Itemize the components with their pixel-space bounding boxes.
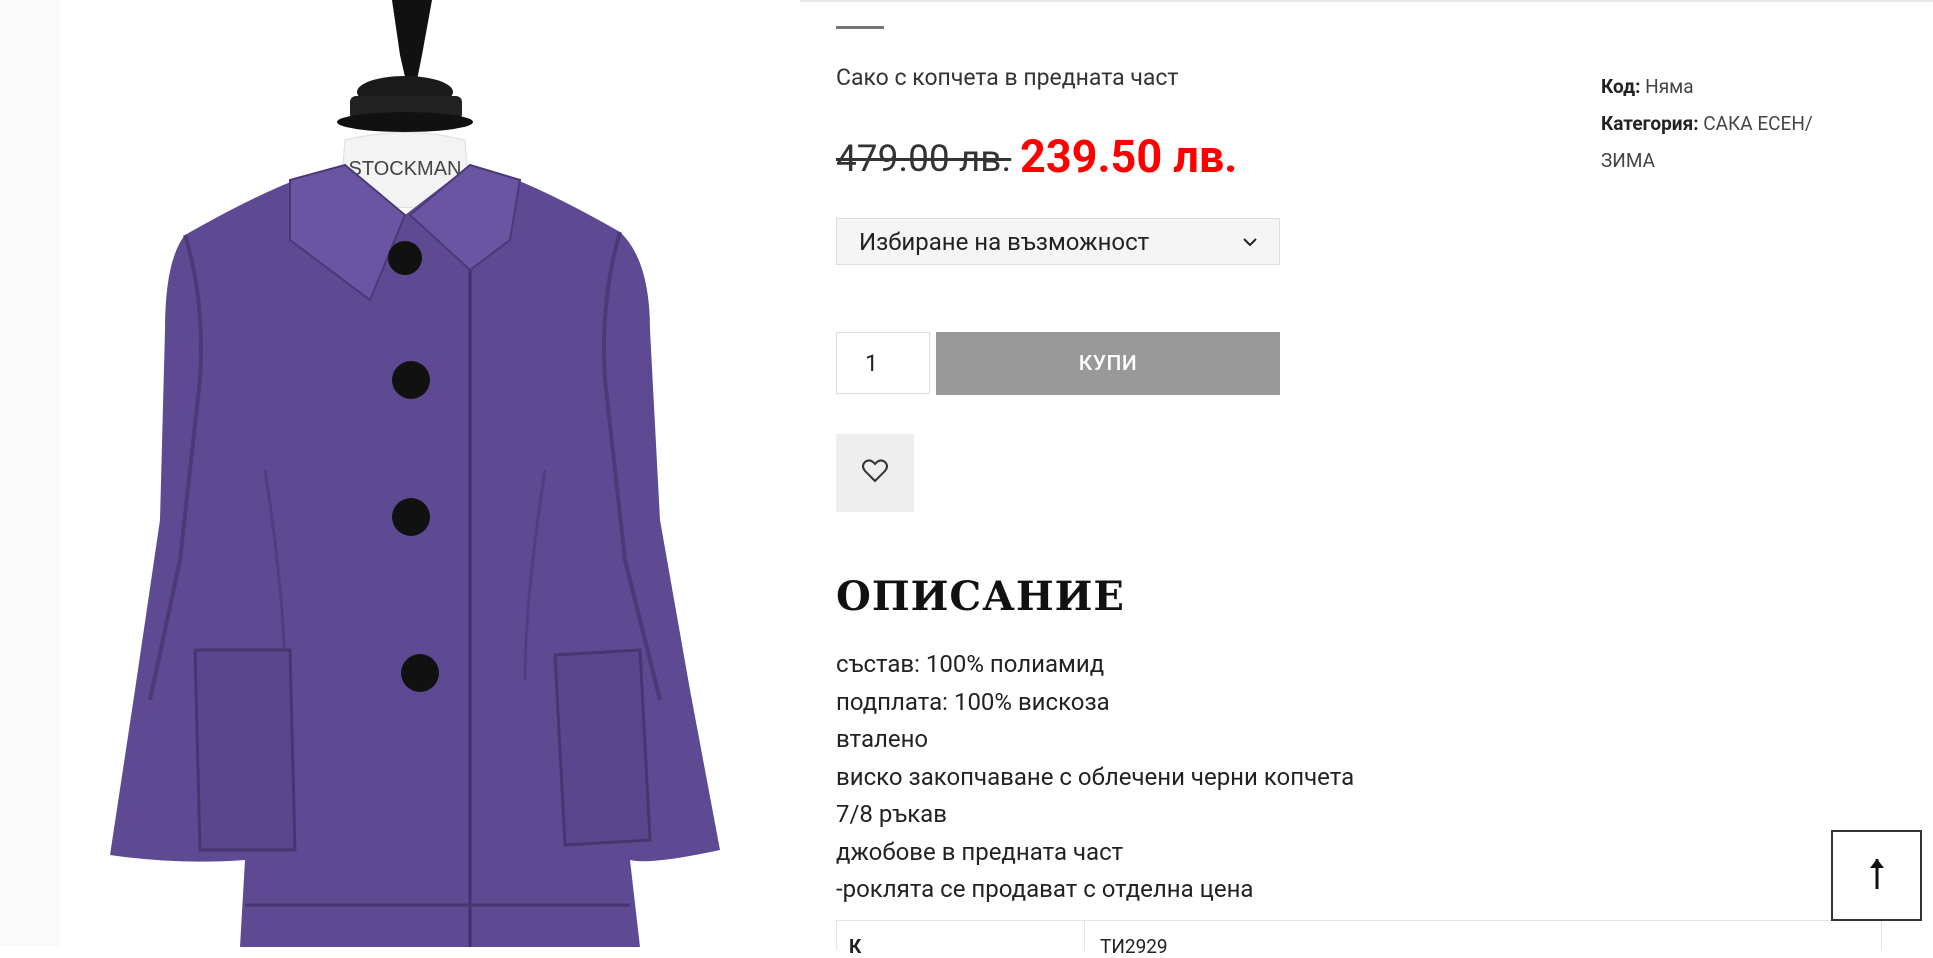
chevron-down-icon [1243, 232, 1257, 251]
meta-category-label: Категория: [1601, 112, 1699, 135]
description-line: състав: 100% полиамид [836, 650, 1105, 678]
description-line: -роклята се продават с отделна цена [836, 875, 1254, 903]
accent-bar [836, 26, 884, 29]
meta-category: Категория: САКА ЕСЕН/ЗИМА [1601, 105, 1841, 179]
description-heading: ОПИСАНИЕ [836, 573, 1125, 620]
description-text: състав: 100% полиамид подплата: 100% вис… [836, 646, 1354, 909]
attributes-table: К ТИ2929 [836, 920, 1882, 958]
description-line: джобове в предната част [836, 837, 1124, 866]
variant-select-value: Избиране на възможност [859, 227, 1150, 256]
buy-button[interactable]: КУПИ [936, 332, 1280, 395]
description-line: вталено [836, 725, 929, 753]
scroll-to-top-button[interactable] [1831, 830, 1922, 921]
sale-price: 239.50 лв. [1020, 130, 1238, 183]
mannequin-label: STOCKMAN [349, 158, 462, 180]
product-meta: Код: Няма Категория: САКА ЕСЕН/ЗИМА [1601, 68, 1841, 179]
description-line: виско закопчаване с облечени черни копче… [836, 762, 1355, 791]
quantity-input[interactable]: 1 [836, 332, 930, 394]
description-line: 7/8 ръкав [836, 800, 947, 828]
old-price: 479.00 лв. [836, 138, 1012, 181]
meta-code-label: Код: [1601, 75, 1641, 98]
meta-code: Код: Няма [1601, 68, 1841, 105]
heart-icon [862, 459, 888, 487]
arrow-up-icon [1868, 857, 1886, 895]
jacket-photo: STOCKMAN [0, 0, 720, 947]
description-line: подплата: 100% вискоза [836, 687, 1110, 716]
product-title: Сако с копчета в предната част [836, 64, 1179, 91]
product-image[interactable]: STOCKMAN [0, 0, 800, 947]
meta-code-value: Няма [1645, 75, 1694, 98]
variant-select[interactable]: Избиране на възможност [836, 218, 1280, 265]
wishlist-button[interactable] [836, 434, 914, 512]
